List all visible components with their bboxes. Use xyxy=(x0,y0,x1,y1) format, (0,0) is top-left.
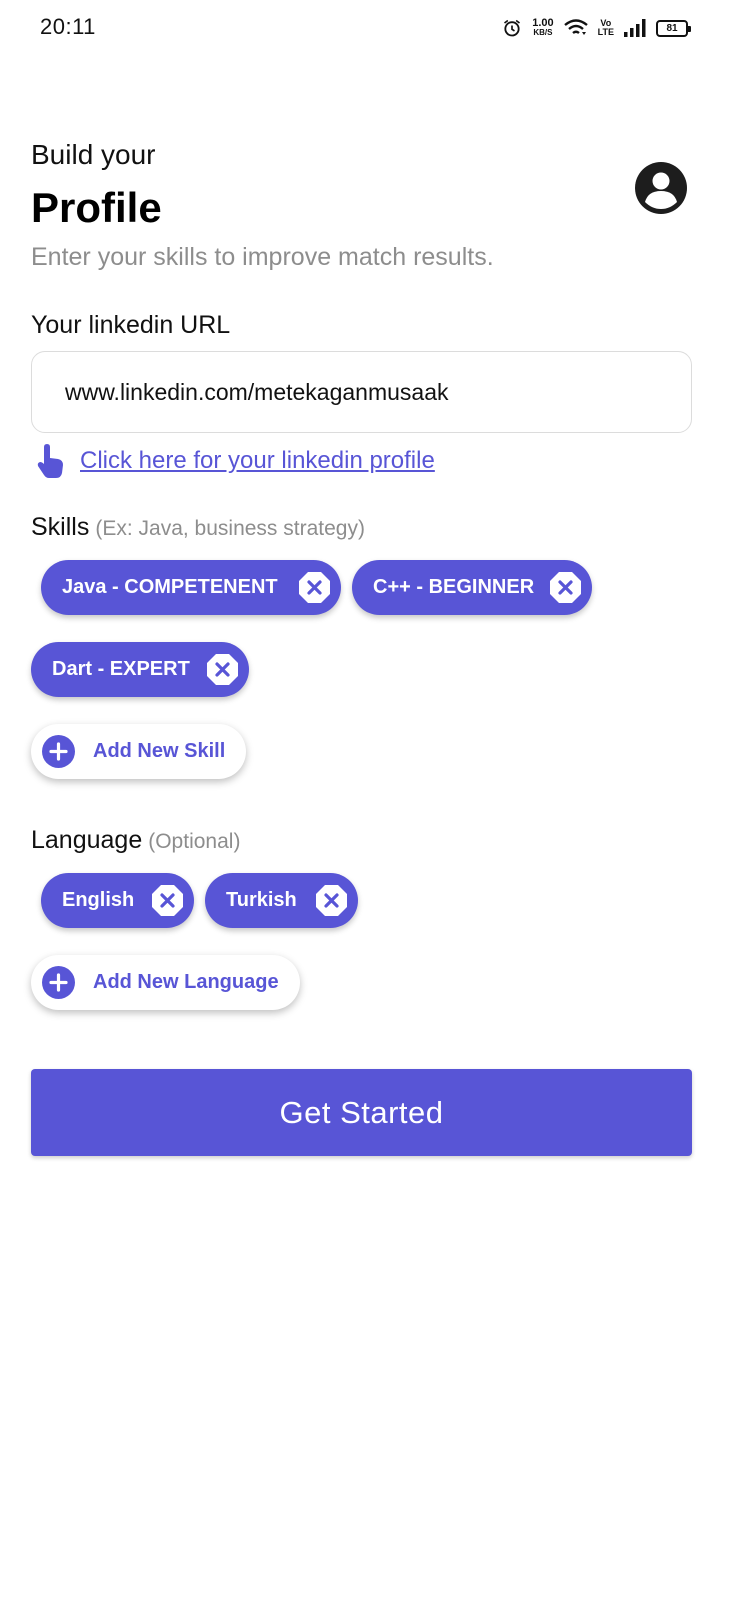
linkedin-link-text[interactable]: Click here for your linkedin profile xyxy=(80,447,435,475)
add-circle-icon xyxy=(42,735,75,768)
remove-icon[interactable] xyxy=(298,571,331,604)
linkedin-label: Your linkedin URL xyxy=(31,311,231,339)
page-title: Profile xyxy=(31,184,162,231)
skills-label: Skills (Ex: Java, business strategy) xyxy=(31,513,365,541)
status-time: 20:11 xyxy=(40,14,96,39)
add-skill-button[interactable]: Add New Skill xyxy=(31,724,246,779)
get-started-button[interactable]: Get Started xyxy=(31,1069,692,1156)
language-label: Language (Optional) xyxy=(31,826,241,854)
account-circle-icon[interactable] xyxy=(635,162,687,214)
status-bar: 20:11 1.00 KB/S Vo LTE 81 xyxy=(0,0,738,56)
language-hint: (Optional) xyxy=(148,830,241,853)
linkedin-profile-link[interactable]: Click here for your linkedin profile xyxy=(36,443,435,479)
skills-hint: (Ex: Java, business strategy) xyxy=(95,517,365,540)
alarm-icon xyxy=(504,19,521,37)
language-chip: Turkish xyxy=(205,873,358,928)
wifi-icon xyxy=(563,19,588,35)
add-skill-label: Add New Skill xyxy=(93,740,226,762)
header-subtitle: Build your xyxy=(31,139,156,170)
add-circle-icon xyxy=(42,966,75,999)
language-chip-label: English xyxy=(62,889,135,911)
language-chip-label: Turkish xyxy=(226,889,297,911)
status-icons: 1.00 KB/S Vo LTE 81 xyxy=(502,15,691,41)
linkedin-url-input[interactable]: www.linkedin.com/metekaganmusaak xyxy=(31,351,692,433)
remove-icon[interactable] xyxy=(151,884,184,917)
hand-pointer-icon xyxy=(37,444,63,478)
skill-chip: Java - COMPETENENT xyxy=(41,560,341,615)
add-language-label: Add New Language xyxy=(93,971,279,993)
skill-chip-label: Java - COMPETENENT xyxy=(62,576,278,598)
page-description: Enter your skills to improve match resul… xyxy=(31,243,494,271)
remove-icon[interactable] xyxy=(206,653,239,686)
signal-icon xyxy=(624,19,646,37)
skill-chip-label: Dart - EXPERT xyxy=(52,658,190,680)
add-language-button[interactable]: Add New Language xyxy=(31,955,300,1010)
remove-icon[interactable] xyxy=(549,571,582,604)
skill-chip: Dart - EXPERT xyxy=(31,642,249,697)
battery-indicator: 81 xyxy=(656,19,691,37)
skill-chip: C++ - BEGINNER xyxy=(352,560,592,615)
network-speed: 1.00 KB/S xyxy=(532,17,554,38)
skill-chip-label: C++ - BEGINNER xyxy=(373,576,535,598)
language-chip: English xyxy=(41,873,194,928)
volte-indicator: Vo LTE xyxy=(597,18,614,37)
remove-icon[interactable] xyxy=(315,884,348,917)
